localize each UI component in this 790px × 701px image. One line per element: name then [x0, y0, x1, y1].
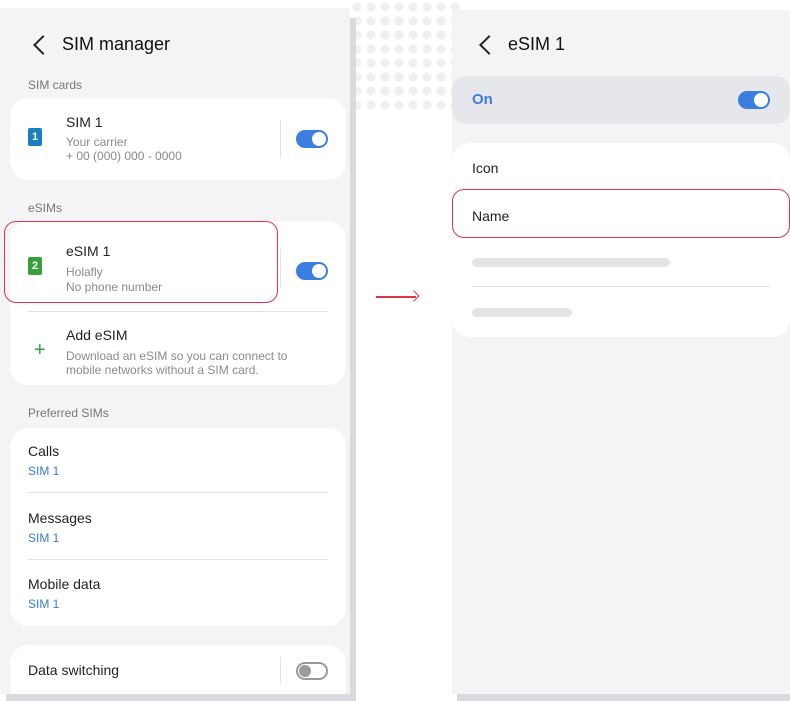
calls-title: Calls — [28, 443, 60, 459]
placeholder-line — [472, 308, 572, 317]
add-esim-description: mobile networks without a SIM card. — [66, 363, 259, 377]
messages-value: SIM 1 — [28, 531, 60, 545]
arrow-head-icon — [408, 290, 420, 302]
name-option-highlight — [452, 189, 790, 238]
calls-value: SIM 1 — [28, 464, 60, 478]
back-chevron-icon[interactable] — [33, 34, 53, 55]
background-dot-pattern — [350, 0, 460, 110]
data-switching-toggle[interactable] — [296, 662, 328, 680]
esim-options-card: Icon Name — [452, 143, 790, 337]
icon-option[interactable]: Icon — [472, 160, 498, 176]
mobile-data-title: Mobile data — [28, 576, 101, 592]
sim1-carrier: Your carrier — [66, 135, 128, 149]
messages-title: Messages — [28, 510, 92, 526]
sim1-toggle[interactable] — [296, 130, 328, 148]
page-title: eSIM 1 — [508, 34, 566, 54]
sim1-name: SIM 1 — [66, 114, 103, 130]
messages-row[interactable]: Messages SIM 1 — [10, 494, 346, 558]
row-separator — [280, 657, 281, 683]
data-switching-label: Data switching — [28, 662, 120, 678]
mobile-data-value: SIM 1 — [28, 597, 60, 611]
back-chevron-icon[interactable] — [479, 34, 499, 55]
esim-on-toggle-row[interactable]: On — [452, 76, 790, 124]
section-label-preferred-sims: Preferred SIMs — [28, 406, 109, 420]
esim-enable-toggle[interactable] — [738, 91, 770, 109]
add-esim-title[interactable]: Add eSIM — [66, 327, 127, 343]
plus-icon: + — [34, 339, 46, 361]
sim-card-icon: 1 — [28, 128, 42, 146]
section-label-sim-cards: SIM cards — [28, 78, 83, 92]
row-divider — [472, 286, 770, 287]
on-label: On — [472, 91, 493, 108]
sim-manager-screen: SIM manager SIM cards 1 SIM 1 Your carri… — [0, 8, 350, 694]
calls-row[interactable]: Calls SIM 1 — [10, 428, 346, 492]
sim1-row[interactable]: 1 SIM 1 Your carrier + 00 (000) 000 - 00… — [10, 98, 346, 180]
sim1-number: + 00 (000) 000 - 0000 — [66, 149, 182, 163]
esim1-toggle[interactable] — [296, 262, 328, 280]
section-label-esims: eSIMs — [28, 201, 63, 215]
add-esim-description: Download an eSIM so you can connect to — [66, 349, 288, 363]
row-divider — [28, 492, 328, 493]
row-separator — [280, 249, 281, 287]
esim-detail-header: eSIM 1 — [479, 34, 566, 55]
mobile-data-row[interactable]: Mobile data SIM 1 — [10, 561, 346, 625]
page-title: SIM manager — [62, 34, 171, 54]
sim-manager-header: SIM manager — [33, 34, 171, 55]
data-switching-row[interactable]: Data switching — [10, 645, 346, 694]
esim1-highlight — [4, 221, 278, 303]
row-divider — [28, 311, 328, 312]
preferred-sims-card: Calls SIM 1 Messages SIM 1 Mobile data S… — [10, 428, 346, 626]
row-separator — [280, 120, 281, 158]
row-divider — [28, 559, 328, 560]
placeholder-line — [472, 258, 670, 267]
